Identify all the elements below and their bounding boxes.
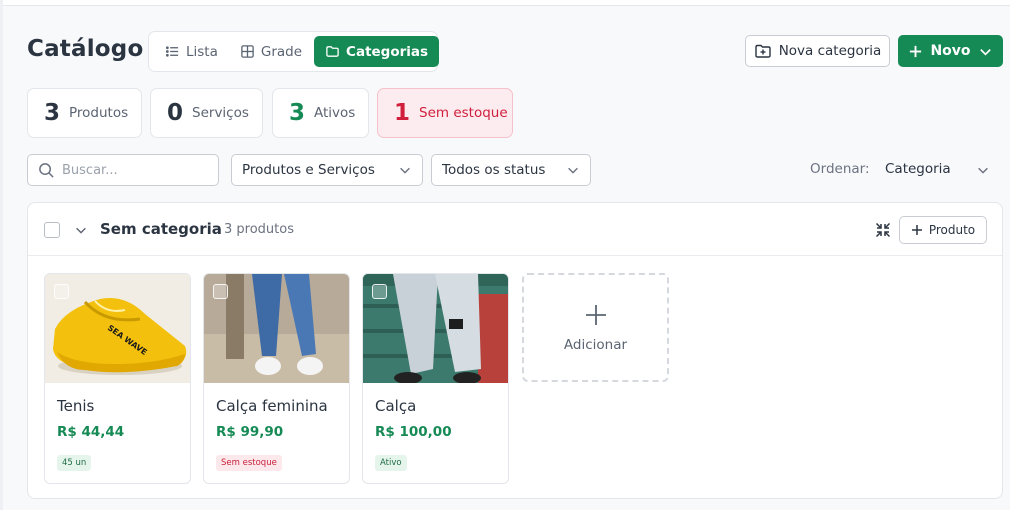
- status-select[interactable]: Todos os status: [431, 154, 591, 186]
- product-price: R$ 100,00: [375, 424, 452, 440]
- search-icon: [39, 162, 54, 178]
- grid-icon: [241, 45, 254, 58]
- stat-servicos-value: 0: [167, 100, 184, 126]
- stat-servicos[interactable]: 0 Serviços: [150, 88, 263, 138]
- add-card-label: Adicionar: [563, 336, 628, 353]
- product-checkbox[interactable]: [372, 284, 387, 299]
- tab-lista-label: Lista: [186, 43, 218, 60]
- tab-grade[interactable]: Grade: [230, 36, 312, 67]
- tab-categorias[interactable]: Categorias: [314, 36, 440, 67]
- stock-badge: 45 un: [57, 455, 92, 471]
- product-checkbox[interactable]: [213, 284, 228, 299]
- sort-select[interactable]: Categoria: [885, 161, 951, 177]
- product-name: Calça feminina: [216, 397, 328, 415]
- category-checkbox[interactable]: [44, 222, 60, 238]
- tab-categorias-label: Categorias: [346, 43, 429, 60]
- search-input[interactable]: [62, 162, 212, 178]
- tab-lista[interactable]: Lista: [155, 36, 228, 67]
- stock-badge: Sem estoque: [216, 455, 282, 471]
- add-product-button[interactable]: Produto: [899, 216, 987, 244]
- stat-ativos-label: Ativos: [314, 105, 356, 121]
- shrink-icon[interactable]: [875, 222, 891, 238]
- tab-grade-label: Grade: [260, 43, 303, 60]
- add-product-card[interactable]: Adicionar: [522, 273, 669, 382]
- product-name: Calça: [375, 397, 417, 415]
- new-label: Novo: [930, 43, 971, 59]
- chevron-down-icon: [568, 167, 578, 174]
- stat-sem-estoque-value: 1: [394, 100, 411, 126]
- product-card[interactable]: SEA WAVE Tenis R$ 44,44 45 un: [44, 273, 191, 484]
- stat-sem-estoque-label: Sem estoque: [419, 105, 508, 121]
- chevron-down-icon: [400, 167, 410, 174]
- new-dropdown-button[interactable]: Novo: [898, 35, 1003, 67]
- stat-produtos-value: 3: [44, 100, 61, 126]
- category-name: Sem categoria: [100, 220, 222, 238]
- status-badge: Ativo: [375, 455, 407, 471]
- product-card[interactable]: Calça R$ 100,00 Ativo: [362, 273, 509, 484]
- product-price: R$ 44,44: [57, 424, 125, 440]
- folder-plus-icon: [754, 44, 771, 58]
- stat-sem-estoque[interactable]: 1 Sem estoque: [377, 88, 513, 138]
- plus-icon: [911, 225, 922, 235]
- type-select[interactable]: Produtos e Serviços: [231, 154, 423, 186]
- stat-ativos[interactable]: 3 Ativos: [272, 88, 369, 138]
- stat-produtos[interactable]: 3 Produtos: [27, 88, 142, 138]
- plus-icon: [585, 304, 606, 325]
- category-count: 3 produtos: [224, 222, 294, 237]
- product-price: R$ 99,90: [216, 424, 284, 440]
- page-title: Catálogo: [27, 36, 144, 62]
- search-box: [27, 154, 219, 186]
- view-switcher: Lista Grade Categorias: [148, 31, 440, 72]
- new-category-button[interactable]: Nova categoria: [745, 35, 890, 67]
- add-product-label: Produto: [928, 223, 976, 237]
- new-category-label: Nova categoria: [778, 43, 882, 59]
- category-header: Sem categoria 3 produtos Produto: [28, 203, 1002, 256]
- category-panel: Sem categoria 3 produtos Produto SEA WAV…: [27, 202, 1003, 499]
- top-bar-edge: [0, 0, 1010, 6]
- product-name: Tenis: [57, 397, 95, 415]
- type-select-value: Produtos e Serviços: [242, 162, 375, 178]
- stat-produtos-label: Produtos: [69, 105, 129, 121]
- status-select-value: Todos os status: [442, 162, 546, 178]
- stat-ativos-value: 3: [289, 100, 306, 126]
- chevron-down-icon[interactable]: [74, 223, 88, 237]
- folder-icon: [326, 46, 339, 57]
- chevron-down-icon[interactable]: [976, 163, 990, 177]
- product-checkbox[interactable]: [54, 284, 69, 299]
- left-sidebar-edge: [0, 0, 3, 510]
- sort-label: Ordenar:: [810, 161, 870, 177]
- product-card[interactable]: Calça feminina R$ 99,90 Sem estoque: [203, 273, 350, 484]
- plus-icon: [910, 45, 922, 57]
- list-icon: [165, 46, 179, 57]
- chevron-down-icon: [979, 48, 991, 56]
- stat-servicos-label: Serviços: [192, 105, 249, 121]
